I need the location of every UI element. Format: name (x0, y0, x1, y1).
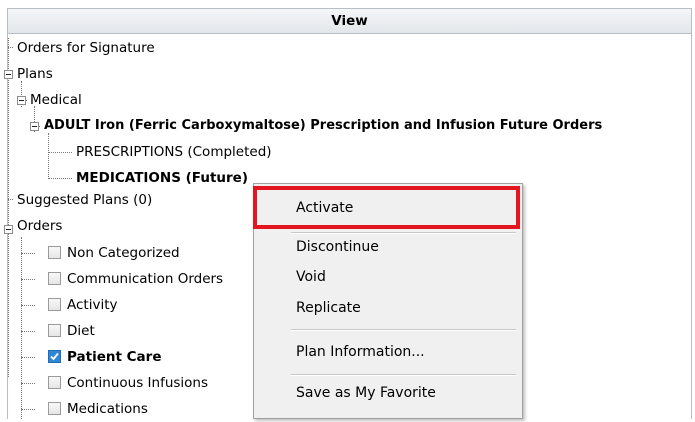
tree-connector (21, 253, 35, 254)
checkbox-activity[interactable] (48, 298, 61, 311)
menu-separator (291, 329, 516, 331)
checkmark-icon (50, 352, 59, 361)
tree-item-orders-for-signature[interactable]: Orders for Signature (17, 35, 155, 61)
checkbox-medications[interactable] (48, 402, 61, 415)
tree-item-orders[interactable]: Orders (17, 213, 62, 239)
tree-connector (21, 357, 35, 358)
menu-item-save-as-favorite[interactable]: Save as My Favorite (296, 379, 436, 407)
checkbox-non-categorized[interactable] (48, 246, 61, 259)
menu-separator (291, 374, 516, 376)
menu-item-replicate[interactable]: Replicate (296, 294, 361, 322)
tree-connector (21, 237, 22, 419)
menu-item-discontinue[interactable]: Discontinue (296, 233, 379, 261)
activate-highlight-box (253, 186, 520, 229)
category-non-categorized[interactable]: Non Categorized (67, 240, 180, 266)
tree-connector (8, 38, 9, 377)
tree-connector (21, 305, 35, 306)
tree-connector (8, 47, 13, 48)
tree-item-plans[interactable]: Plans (17, 61, 53, 87)
tree-connector (21, 279, 35, 280)
tree-connector (21, 383, 35, 384)
tree-connector (48, 178, 72, 179)
tree-connector (48, 152, 72, 153)
orders-collapse-toggle[interactable] (4, 225, 13, 234)
medical-collapse-toggle[interactable] (17, 96, 26, 105)
checkbox-communication-orders[interactable] (48, 272, 61, 285)
category-activity[interactable]: Activity (67, 292, 118, 318)
plans-collapse-toggle[interactable] (4, 70, 13, 79)
tree-connector (8, 199, 13, 200)
checkbox-continuous-infusions[interactable] (48, 376, 61, 389)
view-header: View (0, 0, 695, 35)
category-patient-care[interactable]: Patient Care (67, 344, 161, 370)
tree-connector (21, 409, 35, 410)
menu-item-void[interactable]: Void (296, 263, 326, 291)
tree-item-plan-name[interactable]: ADULT Iron (Ferric Carboxymaltose) Presc… (44, 113, 602, 139)
orders-view-panel: View Orders for Signature Plans Medical … (0, 0, 695, 419)
tree-item-prescriptions[interactable]: PRESCRIPTIONS (Completed) (76, 139, 272, 165)
plan-collapse-toggle[interactable] (30, 122, 39, 131)
tree-item-suggested-plans[interactable]: Suggested Plans (0) (17, 187, 152, 213)
view-header-title: View (331, 13, 368, 29)
category-continuous-infusions[interactable]: Continuous Infusions (67, 370, 208, 396)
category-communication-orders[interactable]: Communication Orders (67, 266, 223, 292)
checkbox-patient-care[interactable] (48, 350, 61, 363)
tree-item-medical[interactable]: Medical (30, 87, 82, 113)
tree-connector (21, 331, 35, 332)
checkbox-diet[interactable] (48, 324, 61, 337)
category-medications[interactable]: Medications (67, 396, 148, 422)
category-diet[interactable]: Diet (67, 318, 95, 344)
tree-connector (48, 133, 49, 179)
view-header-bar[interactable]: View (7, 8, 692, 34)
menu-item-plan-information[interactable]: Plan Information... (296, 338, 425, 366)
